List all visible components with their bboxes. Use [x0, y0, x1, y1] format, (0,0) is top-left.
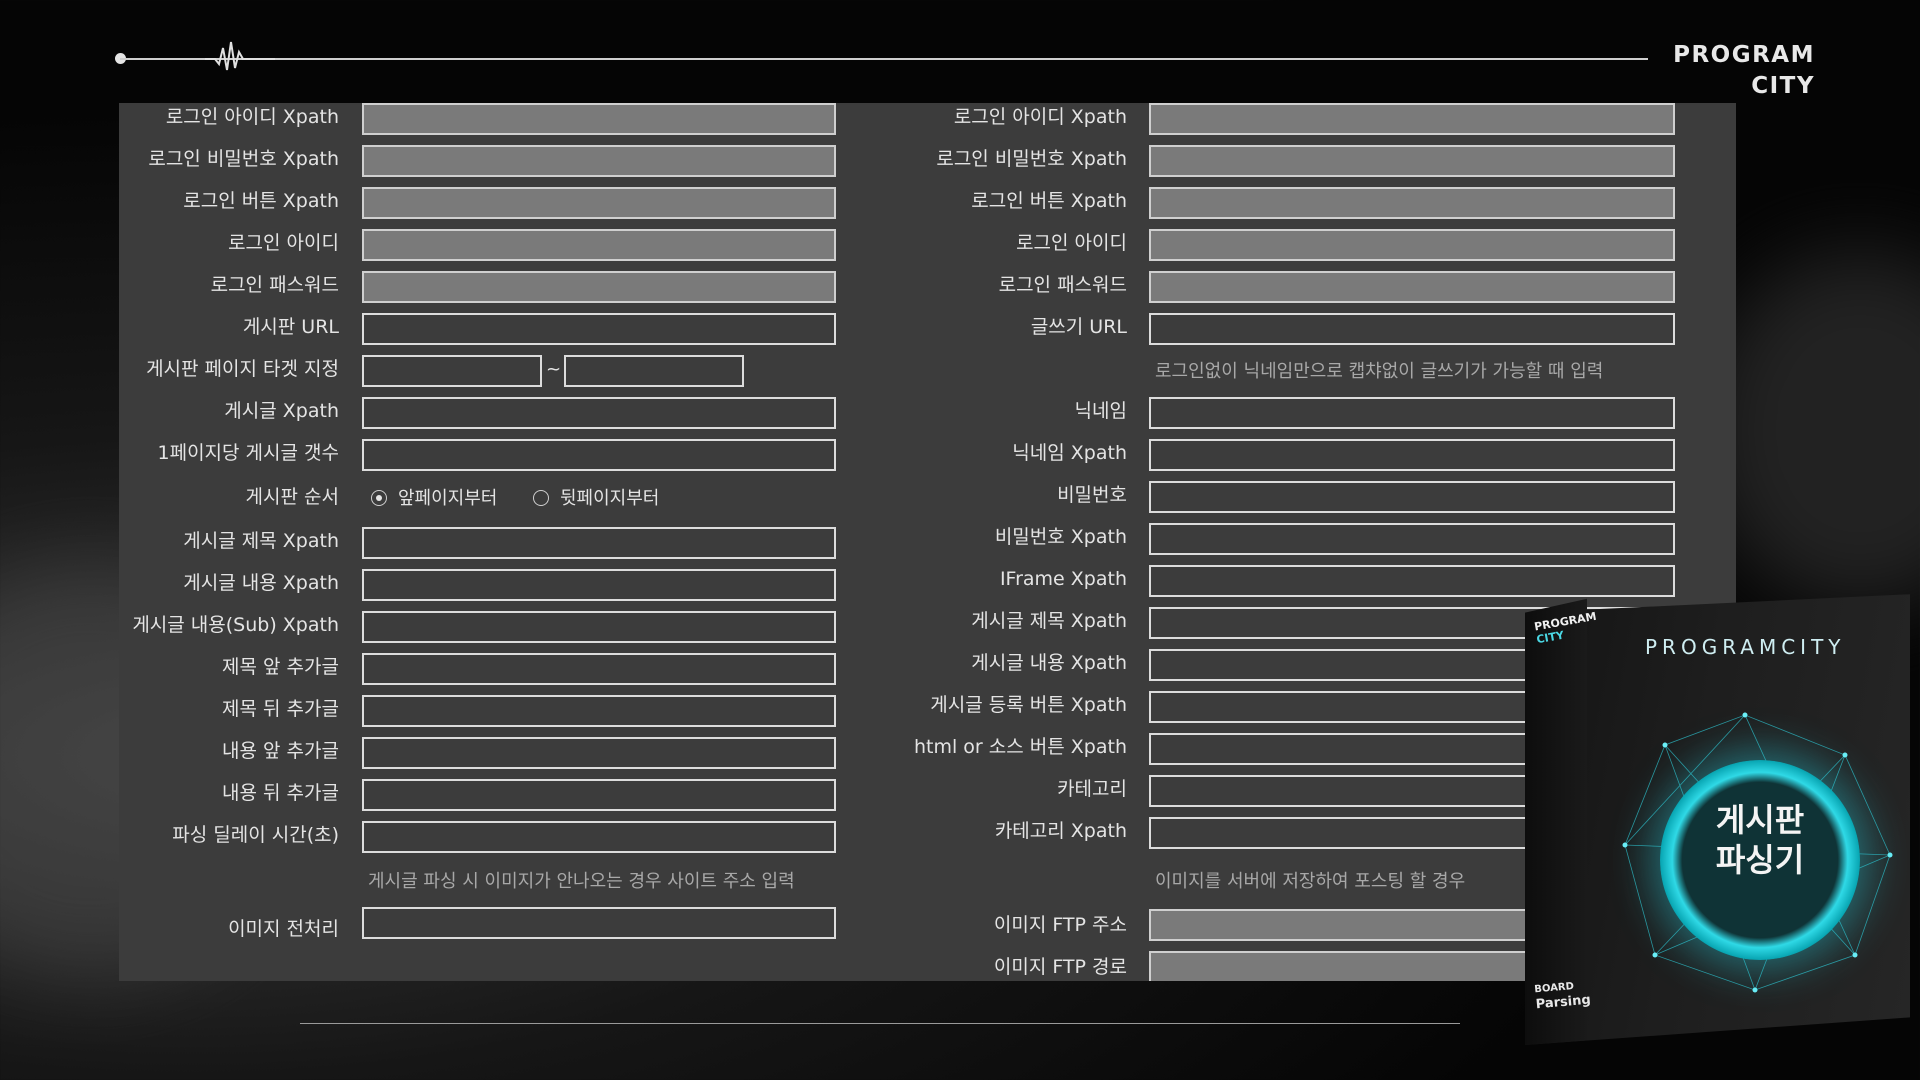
label-password: 비밀번호 — [1057, 484, 1127, 506]
label-html-source-button-xpath: html or 소스 버튼 Xpath — [913, 736, 1127, 758]
label-login-password: 로그인 패스워드 — [210, 274, 339, 296]
input-write-login-password[interactable] — [1149, 271, 1675, 303]
label-post-title-xpath: 게시글 제목 Xpath — [183, 530, 339, 552]
waveform-icon — [205, 41, 275, 71]
radio-back-page-first[interactable] — [533, 490, 549, 506]
label-image-preprocess: 이미지 전처리 — [228, 918, 339, 940]
label-submit-button-xpath: 게시글 등록 버튼 Xpath — [930, 694, 1127, 716]
label-nickname: 닉네임 — [1074, 400, 1127, 422]
brand-line-1: PROGRAM — [1673, 42, 1815, 68]
input-write-login-button-xpath[interactable] — [1149, 187, 1675, 219]
product-name-line-2: 파싱기 — [1715, 841, 1805, 879]
input-login-id-xpath[interactable] — [362, 103, 836, 135]
label-post-xpath: 게시글 Xpath — [224, 400, 339, 422]
label-board-url: 게시판 URL — [242, 316, 339, 338]
input-write-url[interactable] — [1149, 313, 1675, 345]
label-image-ftp-address: 이미지 FTP 주소 — [993, 914, 1127, 936]
image-preprocess-hint: 게시글 파싱 시 이미지가 안나오는 경우 사이트 주소 입력 — [368, 871, 795, 892]
input-write-login-pw-xpath[interactable] — [1149, 145, 1675, 177]
label-write-login-password: 로그인 패스워드 — [998, 274, 1127, 296]
label-post-content-xpath: 게시글 내용 Xpath — [183, 572, 339, 594]
input-board-url[interactable] — [362, 313, 836, 345]
input-post-content-xpath[interactable] — [362, 569, 836, 601]
label-page-target: 게시판 페이지 타겟 지정 — [146, 358, 339, 380]
page-range-separator: ~ — [546, 359, 562, 380]
input-page-from[interactable] — [362, 355, 542, 387]
input-nickname[interactable] — [1149, 397, 1675, 429]
label-write-url: 글쓰기 URL — [1030, 316, 1127, 338]
label-posts-per-page: 1페이지당 게시글 갯수 — [157, 442, 340, 464]
label-post-content-sub-xpath: 게시글 내용(Sub) Xpath — [132, 614, 339, 636]
label-write-login-pw-xpath: 로그인 비밀번호 Xpath — [936, 148, 1127, 170]
input-password-xpath[interactable] — [1149, 523, 1675, 555]
image-ftp-hint: 이미지를 서버에 저장하여 포스팅 할 경우 — [1155, 871, 1466, 892]
radio-front-page-first-label[interactable]: 앞페이지부터 — [398, 484, 497, 510]
settings-panel: 로그인 아이디 Xpath 로그인 비밀번호 Xpath 로그인 버튼 Xpat… — [119, 103, 1736, 981]
input-page-to[interactable] — [564, 355, 744, 387]
label-password-xpath: 비밀번호 Xpath — [994, 526, 1127, 548]
product-name-line-1: 게시판 — [1715, 801, 1805, 839]
label-category: 카테고리 — [1057, 778, 1127, 800]
product-name: 게시판 파싱기 — [1675, 800, 1845, 880]
label-write-title-xpath: 게시글 제목 Xpath — [971, 610, 1127, 632]
input-posts-per-page[interactable] — [362, 439, 836, 471]
radio-back-page-first-label[interactable]: 뒷페이지부터 — [560, 484, 659, 510]
label-login-button-xpath: 로그인 버튼 Xpath — [183, 190, 339, 212]
label-content-suffix: 내용 뒤 추가글 — [222, 782, 339, 804]
product-box-side — [1525, 598, 1587, 1045]
input-login-button-xpath[interactable] — [362, 187, 836, 219]
product-box: PROGRAM CITY PROGRAMCITY 게시판 파싱기 BOARD P… — [1525, 585, 1910, 1045]
input-content-prefix[interactable] — [362, 737, 836, 769]
input-post-content-sub-xpath[interactable] — [362, 611, 836, 643]
input-login-password[interactable] — [362, 271, 836, 303]
brand-line-2: CITY — [1751, 73, 1815, 99]
label-write-login-id: 로그인 아이디 — [1016, 232, 1127, 254]
label-category-xpath: 카테고리 Xpath — [994, 820, 1127, 842]
header-line — [120, 58, 1648, 60]
input-title-suffix[interactable] — [362, 695, 836, 727]
footer-line — [300, 1023, 1460, 1024]
input-write-login-id[interactable] — [1149, 229, 1675, 261]
label-title-prefix: 제목 앞 추가글 — [222, 656, 339, 678]
nickname-hint: 로그인없이 닉네임만으로 캡챠없이 글쓰기가 가능할 때 입력 — [1155, 361, 1604, 382]
input-password[interactable] — [1149, 481, 1675, 513]
input-write-login-id-xpath[interactable] — [1149, 103, 1675, 135]
input-image-preprocess[interactable] — [362, 907, 836, 939]
radio-front-page-first[interactable] — [371, 490, 387, 506]
input-post-xpath[interactable] — [362, 397, 836, 429]
label-write-login-button-xpath: 로그인 버튼 Xpath — [971, 190, 1127, 212]
label-parse-delay: 파싱 딜레이 시간(초) — [172, 824, 339, 846]
input-title-prefix[interactable] — [362, 653, 836, 685]
product-box-bottom-label: BOARD Parsing — [1534, 978, 1591, 1012]
label-login-id-xpath: 로그인 아이디 Xpath — [165, 106, 339, 128]
label-login-pw-xpath: 로그인 비밀번호 Xpath — [148, 148, 339, 170]
label-write-content-xpath: 게시글 내용 Xpath — [971, 652, 1127, 674]
input-login-pw-xpath[interactable] — [362, 145, 836, 177]
product-box-title: PROGRAMCITY — [1645, 635, 1846, 659]
label-image-ftp-path: 이미지 FTP 경로 — [993, 956, 1127, 978]
input-content-suffix[interactable] — [362, 779, 836, 811]
input-parse-delay[interactable] — [362, 821, 836, 853]
input-post-title-xpath[interactable] — [362, 527, 836, 559]
input-nickname-xpath[interactable] — [1149, 439, 1675, 471]
label-login-id: 로그인 아이디 — [228, 232, 339, 254]
label-board-order: 게시판 순서 — [245, 486, 339, 508]
label-content-prefix: 내용 앞 추가글 — [222, 740, 339, 762]
input-login-id[interactable] — [362, 229, 836, 261]
brand-logo: PROGRAM CITY — [1673, 40, 1815, 102]
label-nickname-xpath: 닉네임 Xpath — [1012, 442, 1127, 464]
label-write-login-id-xpath: 로그인 아이디 Xpath — [953, 106, 1127, 128]
label-iframe-xpath: IFrame Xpath — [999, 568, 1127, 590]
label-title-suffix: 제목 뒤 추가글 — [222, 698, 339, 720]
